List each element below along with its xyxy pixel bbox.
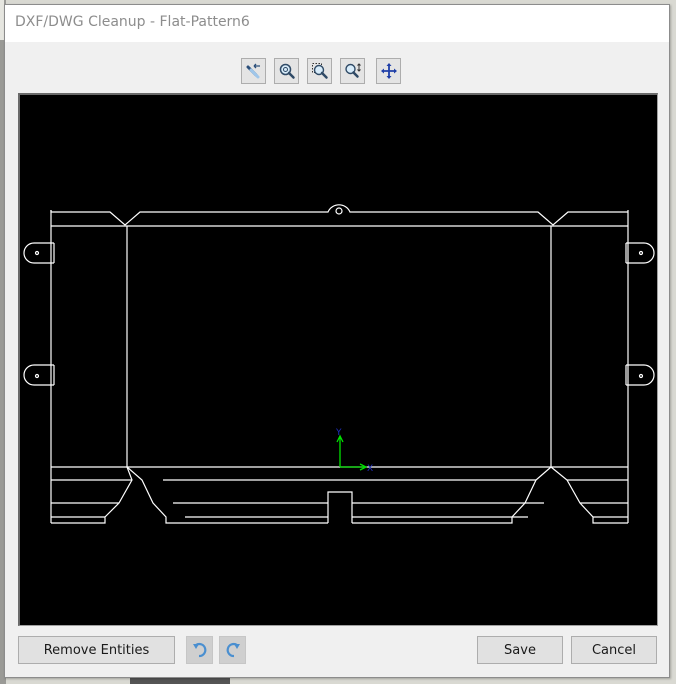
right-v-cutout-right — [550, 466, 628, 524]
axis-triad: Y X — [335, 428, 373, 474]
zoom-to-fit-button[interactable] — [274, 58, 299, 84]
right-tab-top-hole — [638, 250, 644, 256]
cancel-button[interactable]: Cancel — [571, 636, 657, 664]
left-tab-bottom — [23, 364, 55, 386]
top-hole — [335, 207, 343, 215]
right-v-cutout — [352, 466, 552, 524]
undo-icon — [192, 642, 206, 658]
dxf-dwg-cleanup-dialog: DXF/DWG Cleanup - Flat-Pattern6 Y X Remo… — [4, 4, 670, 678]
left-v-cutout-right — [126, 466, 328, 524]
select-arrow-icon — [246, 63, 260, 79]
zoom-to-area-button[interactable] — [307, 58, 332, 84]
zoom-fit-icon — [279, 63, 295, 79]
drawing-viewport[interactable]: Y X — [18, 93, 658, 626]
flat-pattern-outline — [23, 204, 655, 524]
pan-icon — [380, 63, 397, 79]
right-tab-bottom-hole — [638, 373, 644, 379]
flat-pattern-drawing: Y X — [23, 204, 655, 524]
window-title: DXF/DWG Cleanup - Flat-Pattern6 — [15, 14, 250, 30]
center-tab — [327, 491, 353, 523]
left-v-cutout — [51, 466, 133, 524]
x-axis-arrow — [340, 463, 368, 471]
zoom-in-out-icon — [344, 63, 361, 78]
undo-button[interactable] — [186, 636, 213, 664]
x-axis-label: X — [367, 464, 373, 474]
remove-entities-button[interactable]: Remove Entities — [18, 636, 175, 664]
save-button[interactable]: Save — [477, 636, 563, 664]
left-tab-top-hole — [34, 250, 40, 256]
left-tab-bottom-hole — [34, 373, 40, 379]
redo-button[interactable] — [219, 636, 246, 664]
zoom-in-out-button[interactable] — [340, 58, 365, 84]
select-entities-button[interactable] — [241, 58, 266, 84]
pan-button[interactable] — [376, 58, 401, 84]
title-bar[interactable]: DXF/DWG Cleanup - Flat-Pattern6 — [5, 5, 669, 42]
redo-icon — [226, 642, 240, 658]
y-axis-label: Y — [335, 428, 342, 438]
zoom-area-icon — [311, 63, 328, 79]
y-axis-arrow — [336, 434, 344, 467]
